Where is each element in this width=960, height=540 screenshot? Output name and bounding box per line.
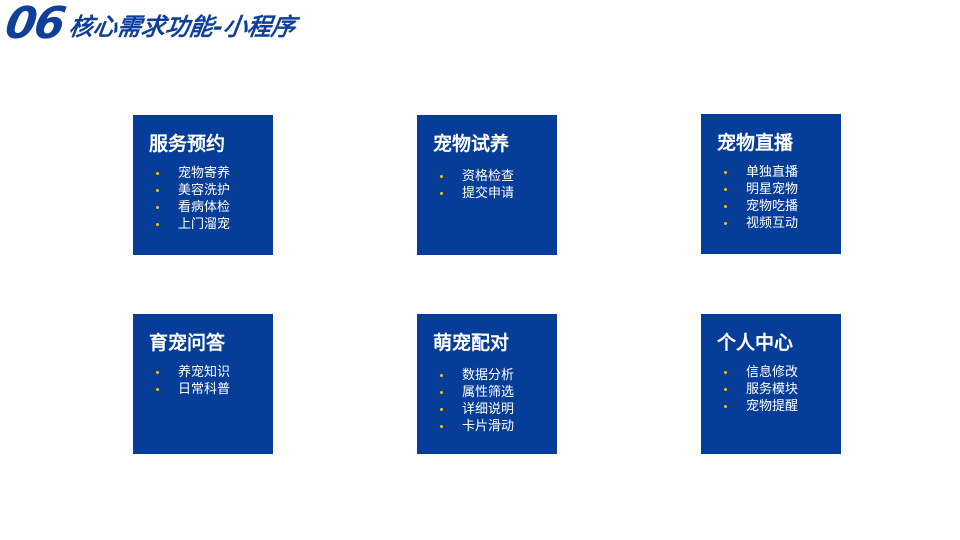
feature-list: 信息修改 服务模块 宠物提醒 <box>701 364 841 415</box>
list-item: 养宠知识 <box>133 364 273 381</box>
feature-card-personal-center: 个人中心 信息修改 服务模块 宠物提醒 <box>701 314 841 454</box>
list-item: 宠物吃播 <box>701 198 841 215</box>
card-title: 个人中心 <box>717 332 794 354</box>
list-item: 卡片滑动 <box>417 418 557 435</box>
card-title: 宠物试养 <box>433 133 510 155</box>
slide-title: 06 核心需求功能-小程序 <box>2 0 298 49</box>
feature-list: 数据分析 属性筛选 详细说明 卡片滑动 <box>417 367 557 435</box>
card-title: 萌宠配对 <box>433 332 510 354</box>
list-item: 明星宠物 <box>701 181 841 198</box>
list-item: 信息修改 <box>701 364 841 381</box>
card-title: 育宠问答 <box>149 332 226 354</box>
feature-list: 养宠知识 日常科普 <box>133 364 273 398</box>
list-item: 服务模块 <box>701 381 841 398</box>
feature-card-pet-matching: 萌宠配对 数据分析 属性筛选 详细说明 卡片滑动 <box>417 314 557 454</box>
card-title: 宠物直播 <box>717 132 794 154</box>
list-item: 视频互动 <box>701 215 841 232</box>
section-title: 核心需求功能-小程序 <box>67 13 298 41</box>
list-item: 美容洗护 <box>133 182 273 199</box>
list-item: 宠物寄养 <box>133 165 273 182</box>
section-number: 06 <box>1 0 68 49</box>
list-item: 详细说明 <box>417 401 557 418</box>
list-item: 日常科普 <box>133 381 273 398</box>
feature-card-pet-live: 宠物直播 单独直播 明星宠物 宠物吃播 视频互动 <box>701 114 841 254</box>
list-item: 资格检查 <box>417 168 557 185</box>
feature-card-service-booking: 服务预约 宠物寄养 美容洗护 看病体检 上门溜宠 <box>133 115 273 255</box>
feature-card-pet-qa: 育宠问答 养宠知识 日常科普 <box>133 314 273 454</box>
feature-list: 资格检查 提交申请 <box>417 168 557 202</box>
feature-list: 单独直播 明星宠物 宠物吃播 视频互动 <box>701 164 841 232</box>
list-item: 宠物提醒 <box>701 398 841 415</box>
list-item: 单独直播 <box>701 164 841 181</box>
card-title: 服务预约 <box>149 133 226 155</box>
list-item: 属性筛选 <box>417 384 557 401</box>
feature-card-pet-trial: 宠物试养 资格检查 提交申请 <box>417 115 557 255</box>
list-item: 提交申请 <box>417 185 557 202</box>
list-item: 看病体检 <box>133 199 273 216</box>
list-item: 上门溜宠 <box>133 216 273 233</box>
feature-list: 宠物寄养 美容洗护 看病体检 上门溜宠 <box>133 165 273 233</box>
list-item: 数据分析 <box>417 367 557 384</box>
